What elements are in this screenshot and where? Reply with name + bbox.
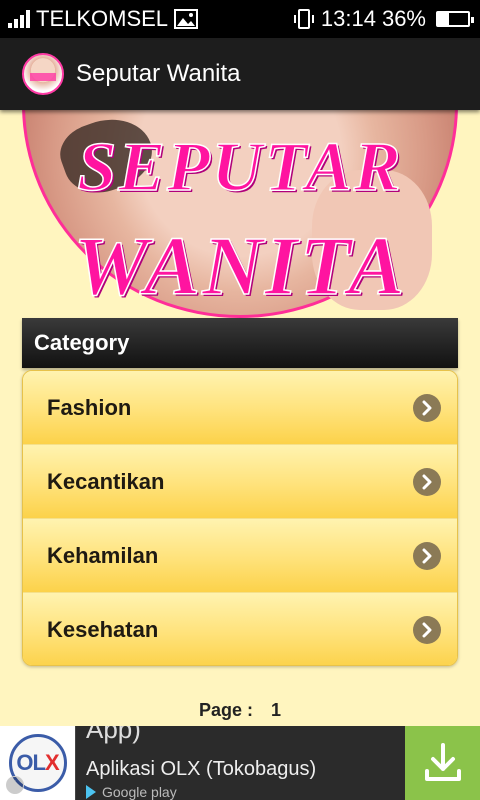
- category-item-label: Kehamilan: [47, 542, 159, 568]
- chevron-right-icon: [413, 393, 441, 422]
- status-left: TELKOMSEL: [0, 6, 199, 32]
- app-title: Seputar Wanita: [76, 60, 241, 87]
- clock: 13:14: [320, 6, 376, 31]
- category-list: Fashion Kecantikan Kehamilan Kesehatan: [22, 370, 458, 666]
- olx-logo-text: OLX: [16, 750, 59, 775]
- carrier-name: TELKOMSEL: [36, 6, 169, 31]
- vibrate-icon: [293, 9, 314, 29]
- header-banner: SEPUTAR WANITA: [22, 110, 458, 318]
- ad-info-icon[interactable]: i: [6, 776, 24, 794]
- category-item-fashion[interactable]: Fashion: [23, 371, 457, 445]
- category-item-kecantikan[interactable]: Kecantikan: [23, 445, 457, 519]
- category-item-label: Kecantikan: [47, 468, 165, 494]
- battery-percent: 36%: [381, 6, 426, 31]
- pager: Page : 1: [0, 700, 480, 726]
- download-button[interactable]: [405, 726, 480, 800]
- ad-title: Aplikasi OLX (Tokobagus): [86, 758, 317, 780]
- page-label: Page :: [198, 700, 253, 720]
- app-bar: Seputar Wanita: [0, 38, 480, 110]
- ad-body[interactable]: App) Aplikasi OLX (Tokobagus) Google pla…: [76, 726, 405, 800]
- ad-banner[interactable]: OLX App) Aplikasi OLX (Tokobagus) Google…: [0, 726, 480, 800]
- google-play-icon: [86, 785, 96, 799]
- category-header: Category: [22, 318, 458, 368]
- app-logo[interactable]: [22, 53, 64, 95]
- category-item-kehamilan[interactable]: Kehamilan: [23, 519, 457, 593]
- google-play-badge: Google play: [86, 784, 177, 800]
- ad-app-text: App): [86, 726, 141, 744]
- download-icon: [424, 743, 461, 781]
- category-item-kesehatan[interactable]: Kesehatan: [23, 593, 457, 665]
- chevron-right-icon: [413, 616, 441, 644]
- category-item-label: Fashion: [47, 394, 132, 420]
- google-play-label: Google play: [102, 784, 177, 800]
- signal-icon: [8, 10, 30, 28]
- image-icon: [174, 9, 199, 29]
- chevron-right-icon: [413, 541, 441, 570]
- banner-title-line1: SEPUTAR: [77, 128, 403, 207]
- chevron-right-icon: [413, 467, 441, 496]
- status-bar: TELKOMSEL 13:14 36%: [0, 0, 480, 38]
- status-right: 13:14 36%: [293, 6, 480, 32]
- battery-icon: [436, 11, 474, 27]
- banner-title-line2: WANITA: [73, 219, 407, 314]
- category-item-label: Kesehatan: [47, 617, 159, 642]
- page-number[interactable]: 1: [271, 700, 281, 726]
